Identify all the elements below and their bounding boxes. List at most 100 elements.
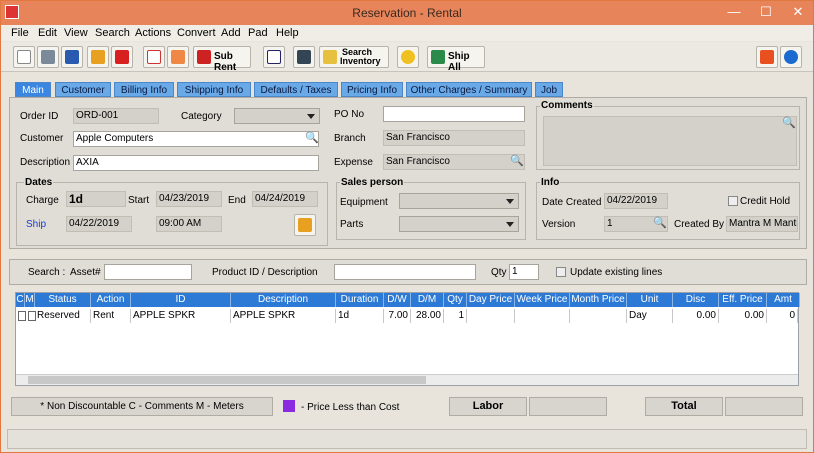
col-month-price[interactable]: Month Price [570,293,627,307]
report-button[interactable] [756,46,778,68]
sub-rent-icon [197,50,211,64]
description-field[interactable]: AXIA [73,155,319,171]
bag-button[interactable] [293,46,315,68]
menu-add[interactable]: Add [221,27,241,39]
expense-field[interactable]: San Francisco [383,154,525,170]
search-inventory-button[interactable]: Search Inventory [319,46,389,68]
update-lines-checkbox[interactable] [556,267,566,277]
col-week-price[interactable]: Week Price [515,293,570,307]
tab-defaults-taxes[interactable]: Defaults / Taxes [254,82,338,97]
version-search-icon[interactable]: 🔍 [653,216,667,229]
col-unit[interactable]: Unit [627,293,673,307]
sub-rent-button[interactable]: Sub Rent [193,46,251,73]
col-id[interactable]: ID [131,293,231,307]
maximize-button[interactable]: ☐ [751,1,781,23]
row-c-checkbox[interactable] [18,311,26,321]
menu-search[interactable]: Search [95,27,130,39]
order-id-label: Order ID [20,111,59,122]
col-qty[interactable]: Qty [444,293,467,307]
col-amt[interactable]: Amt [767,293,800,307]
customer-search-icon[interactable]: 🔍 [305,131,319,144]
ship-edit-button[interactable] [294,214,316,236]
po-field[interactable] [383,106,525,122]
calendar-button[interactable] [143,46,165,68]
ship-date-field[interactable]: 04/22/2019 [66,216,132,232]
po-label: PO No [334,109,365,120]
start-label: Start [128,195,150,206]
comments-search-icon[interactable]: 🔍 [782,116,796,129]
menu-edit[interactable]: Edit [38,27,57,39]
close-button[interactable]: ✕ [783,1,813,23]
col-action[interactable]: Action [91,293,131,307]
tab-main[interactable]: Main [15,82,51,97]
product-input[interactable] [334,264,476,280]
asset-input[interactable] [104,264,192,280]
status-bar [7,429,807,449]
menu-file[interactable]: File [11,27,29,39]
category-label: Category [181,111,222,122]
tab-job[interactable]: Job [535,82,563,97]
scrollbar-thumb[interactable] [28,376,426,384]
sub-rent-label: Sub Rent [214,51,237,73]
menu-view[interactable]: View [64,27,88,39]
row-disc: 0.00 [673,309,719,323]
menu-convert[interactable]: Convert [177,27,216,39]
refresh-button[interactable] [167,46,189,68]
col-dw[interactable]: D/W [384,293,411,307]
delete-button[interactable] [111,46,133,68]
ship-all-button[interactable]: Ship All [427,46,485,73]
qty-label: Qty [491,267,507,278]
footer-bar: * Non Discountable C - Comments M - Mete… [9,397,807,417]
tab-shipping-info[interactable]: Shipping Info [177,82,251,97]
col-duration[interactable]: Duration [336,293,384,307]
ship-icon [431,50,445,64]
branch-label: Branch [334,133,366,144]
end-date-field[interactable]: 04/24/2019 [252,191,318,207]
row-status: Reserved [35,309,91,323]
refresh-icon [171,50,185,64]
horizontal-scrollbar[interactable] [16,374,798,385]
total-label: Total [645,397,723,416]
col-description[interactable]: Description [231,293,336,307]
parts-dropdown[interactable] [399,216,519,232]
tab-pricing-info[interactable]: Pricing Info [341,82,403,97]
help-button[interactable] [780,46,802,68]
menu-bar: File Edit View Search Actions Convert Ad… [1,25,813,41]
col-dm[interactable]: D/M [411,293,444,307]
tab-customer[interactable]: Customer [55,82,111,97]
tab-billing-info[interactable]: Billing Info [114,82,174,97]
col-status[interactable]: Status [35,293,91,307]
asset-label: Asset# [70,267,101,278]
ship-link[interactable]: Ship [26,219,46,230]
menu-pad[interactable]: Pad [248,27,268,39]
menu-help[interactable]: Help [276,27,299,39]
col-c[interactable]: C [16,293,25,307]
print-icon [41,50,55,64]
start-date-field[interactable]: 04/23/2019 [156,191,222,207]
minimize-button[interactable]: — [719,1,749,23]
col-day-price[interactable]: Day Price [467,293,515,307]
tab-other-charges[interactable]: Other Charges / Summary [406,82,532,97]
update-lines-label: Update existing lines [570,267,663,278]
print-button[interactable] [37,46,59,68]
edit-button[interactable] [87,46,109,68]
save-button[interactable] [61,46,83,68]
equipment-dropdown[interactable] [399,193,519,209]
menu-actions[interactable]: Actions [135,27,171,39]
wo-button[interactable] [263,46,285,68]
col-disc[interactable]: Disc [673,293,719,307]
new-button[interactable] [13,46,35,68]
col-eff-price[interactable]: Eff. Price [719,293,767,307]
customer-field[interactable]: Apple Computers [73,131,319,147]
category-dropdown[interactable] [234,108,320,124]
credit-hold-checkbox[interactable] [728,196,738,206]
window-title: Reservation - Rental [352,6,462,20]
qty-input[interactable]: 1 [509,264,539,280]
col-m[interactable]: M [25,293,35,307]
smile-icon [401,50,415,64]
smile-button[interactable] [397,46,419,68]
date-created-label: Date Created [542,197,602,208]
comments-field[interactable] [543,116,797,166]
ship-time-field[interactable]: 09:00 AM [156,216,222,232]
expense-search-icon[interactable]: 🔍 [510,154,524,167]
